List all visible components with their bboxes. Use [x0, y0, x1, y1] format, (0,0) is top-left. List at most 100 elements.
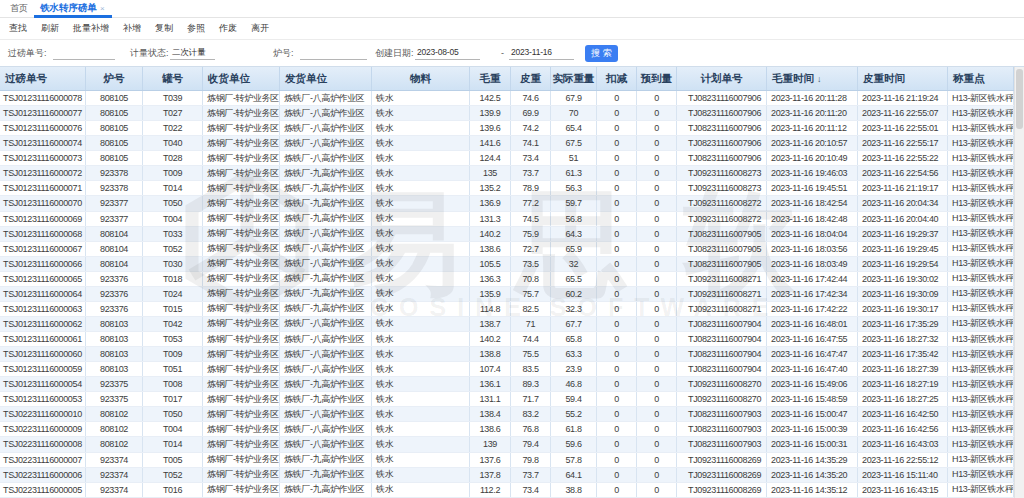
- cell: TSJ01231116000067: [0, 242, 86, 256]
- search-button[interactable]: 搜 索: [585, 45, 618, 62]
- column-header-1[interactable]: 过磅单号: [0, 67, 86, 90]
- cell: 铁水: [372, 91, 470, 105]
- table-row[interactable]: TSJ01231116000070923377T050炼钢厂-转炉业务区炼铁厂-…: [0, 196, 1024, 211]
- void-button[interactable]: 作废: [219, 22, 237, 35]
- table-row[interactable]: TSJ01231116000073808105T028炼钢厂-转炉业务区炼铁厂-…: [0, 151, 1024, 166]
- table-row[interactable]: TSJ02231116000008808102T014炼钢厂-转炉业务区炼铁厂-…: [0, 437, 1024, 452]
- column-header-12[interactable]: 计划单号: [677, 67, 767, 90]
- cell: 2023-11-16 15:49:06: [767, 377, 858, 391]
- find-button[interactable]: 查找: [9, 22, 27, 35]
- table-row[interactable]: TSJ01231116000069923377T004炼钢厂-转炉业务区炼铁厂-…: [0, 212, 1024, 227]
- table-row[interactable]: TSJ01231116000064923376T024炼钢厂-转炉业务区炼铁厂-…: [0, 287, 1024, 302]
- cell: TJ09231116008269: [677, 483, 767, 497]
- table-row[interactable]: TSJ01231116000078808105T039炼钢厂-转炉业务区炼铁厂-…: [0, 91, 1024, 106]
- cell: TJ08231116007906: [677, 91, 767, 105]
- cell: 炼钢厂-转炉业务区: [203, 166, 280, 180]
- column-header-15[interactable]: 称重点: [948, 67, 1014, 90]
- column-header-3[interactable]: 罐号: [143, 67, 203, 90]
- cell: 2023-11-16 18:03:56: [767, 242, 858, 256]
- cell: TSJ01231116000071: [0, 181, 86, 195]
- cell: 炼钢厂-转炉业务区: [203, 332, 280, 346]
- cell: H13-新区铁水秤: [948, 302, 1014, 316]
- cell: 2023-11-16 15:48:59: [767, 392, 858, 406]
- cell: 2023-11-16 16:43:15: [858, 483, 948, 497]
- table-row[interactable]: TSJ01231116000074808105T040炼钢厂-转炉业务区炼铁厂-…: [0, 136, 1024, 151]
- table-row[interactable]: TSJ02231116000009808102T004炼钢厂-转炉业务区炼铁厂-…: [0, 422, 1024, 437]
- furnace-input[interactable]: [300, 47, 367, 60]
- column-header-7[interactable]: 毛重: [470, 67, 511, 90]
- cell: TJ08231116007906: [677, 136, 767, 150]
- cell: 2023-11-16 20:04:34: [858, 196, 948, 210]
- cell: 0: [597, 196, 637, 210]
- column-header-11[interactable]: 预到量: [637, 67, 677, 90]
- column-header-9[interactable]: 实际重量: [551, 67, 597, 90]
- date-from-input[interactable]: 2023-08-05: [415, 47, 480, 60]
- cell: T039: [143, 91, 203, 105]
- cell: TJ09231116008273: [677, 181, 767, 195]
- table-row[interactable]: TSJ02231116000007923374T005炼钢厂-转炉业务区炼铁厂-…: [0, 453, 1024, 468]
- cell: 2023-11-16 16:47:47: [767, 347, 858, 361]
- cell: 炼钢厂-转炉业务区: [203, 483, 280, 497]
- table-row[interactable]: TSJ01231116000054923375T008炼钢厂-转炉业务区炼铁厂-…: [0, 377, 1024, 392]
- column-header-2[interactable]: 炉号: [86, 67, 143, 90]
- table-row[interactable]: TSJ02231116000006923374T052炼钢厂-转炉业务区炼铁厂-…: [0, 468, 1024, 483]
- status-select[interactable]: 二次计量: [170, 47, 215, 60]
- copy-button[interactable]: 复制: [155, 22, 173, 35]
- column-header-6[interactable]: 物料: [372, 67, 470, 90]
- table-row[interactable]: TSJ01231116000061808103T053炼钢厂-转炉业务区炼铁厂-…: [0, 332, 1024, 347]
- table-row[interactable]: TSJ01231116000063923376T015炼钢厂-转炉业务区炼铁厂-…: [0, 302, 1024, 317]
- cell: 0: [597, 151, 637, 165]
- cell: 铁水: [372, 212, 470, 226]
- cell: 0: [597, 362, 637, 376]
- scrollbar-thumb[interactable]: [1016, 69, 1023, 129]
- table-row[interactable]: TSJ02231116000010808102T050炼钢厂-转炉业务区炼铁厂-…: [0, 407, 1024, 422]
- vertical-scrollbar[interactable]: [1014, 67, 1024, 498]
- date-to-input[interactable]: 2023-11-16: [509, 47, 574, 60]
- column-header-5[interactable]: 发货单位: [280, 67, 372, 90]
- column-header-10[interactable]: 扣减: [597, 67, 637, 90]
- table-row[interactable]: TSJ01231116000053923375T017炼钢厂-转炉业务区炼铁厂-…: [0, 392, 1024, 407]
- cell: 67.7: [551, 317, 597, 331]
- refresh-button[interactable]: 刷新: [41, 22, 59, 35]
- column-header-13[interactable]: 毛重时间↓: [767, 67, 858, 90]
- table-row[interactable]: TSJ01231116000076808105T022炼钢厂-转炉业务区炼铁厂-…: [0, 121, 1024, 136]
- cell: 59.6: [551, 437, 597, 451]
- tab-home[interactable]: 首页: [10, 2, 28, 15]
- weigh-no-input[interactable]: [53, 47, 115, 60]
- cell: 65.4: [551, 121, 597, 135]
- table-row[interactable]: TSJ01231116000059808103T051炼钢厂-转炉业务区炼铁厂-…: [0, 362, 1024, 377]
- table-row[interactable]: TSJ02231116000005923374T016炼钢厂-转炉业务区炼铁厂-…: [0, 483, 1024, 498]
- filter-status: 计量状态: 二次计量: [130, 40, 215, 66]
- table-row[interactable]: TSJ01231116000068808104T033炼钢厂-转炉业务区炼铁厂-…: [0, 227, 1024, 242]
- cell: 0: [597, 332, 637, 346]
- table-row[interactable]: TSJ01231116000066808104T030炼钢厂-转炉业务区炼铁厂-…: [0, 257, 1024, 272]
- cell: 炼铁厂-八高炉作业区: [280, 422, 372, 436]
- table-row[interactable]: TSJ01231116000071923378T014炼钢厂-转炉业务区炼铁厂-…: [0, 181, 1024, 196]
- cell: 炼铁厂-九高炉作业区: [280, 287, 372, 301]
- close-icon[interactable]: ×: [100, 4, 105, 13]
- table-row[interactable]: TSJ01231116000062808103T042炼钢厂-转炉业务区炼铁厂-…: [0, 317, 1024, 332]
- cell: TJ08231116007906: [677, 106, 767, 120]
- cell: 55.2: [551, 407, 597, 421]
- cell: 炼钢厂-转炉业务区: [203, 317, 280, 331]
- leave-button[interactable]: 离开: [251, 22, 269, 35]
- cell: 114.8: [470, 302, 511, 316]
- cell: 59.7: [551, 196, 597, 210]
- cell: 0: [597, 227, 637, 241]
- table-row[interactable]: TSJ01231116000060808103T009炼钢厂-转炉业务区炼铁厂-…: [0, 347, 1024, 362]
- column-header-4[interactable]: 收货单位: [203, 67, 280, 90]
- column-header-14[interactable]: 皮重时间: [858, 67, 948, 90]
- reference-button[interactable]: 参照: [187, 22, 205, 35]
- tab-molten-iron-transfer[interactable]: 铁水转序磅单 ×: [37, 0, 110, 17]
- table-row[interactable]: TSJ01231116000077808105T027炼钢厂-转炉业务区炼铁厂-…: [0, 106, 1024, 121]
- table-row[interactable]: TSJ01231116000067808104T052炼钢厂-转炉业务区炼铁厂-…: [0, 242, 1024, 257]
- batch-add-button[interactable]: 批量补增: [73, 22, 109, 35]
- table-row[interactable]: TSJ01231116000072923378T009炼钢厂-转炉业务区炼铁厂-…: [0, 166, 1024, 181]
- column-header-8[interactable]: 皮重: [511, 67, 551, 90]
- cell: 23.9: [551, 362, 597, 376]
- cell: 2023-11-16 18:42:54: [767, 196, 858, 210]
- table-row[interactable]: TSJ01231116000065923376T018炼钢厂-转炉业务区炼铁厂-…: [0, 272, 1024, 287]
- add-button[interactable]: 补增: [123, 22, 141, 35]
- cell: 铁水: [372, 483, 470, 497]
- cell: 67.9: [551, 91, 597, 105]
